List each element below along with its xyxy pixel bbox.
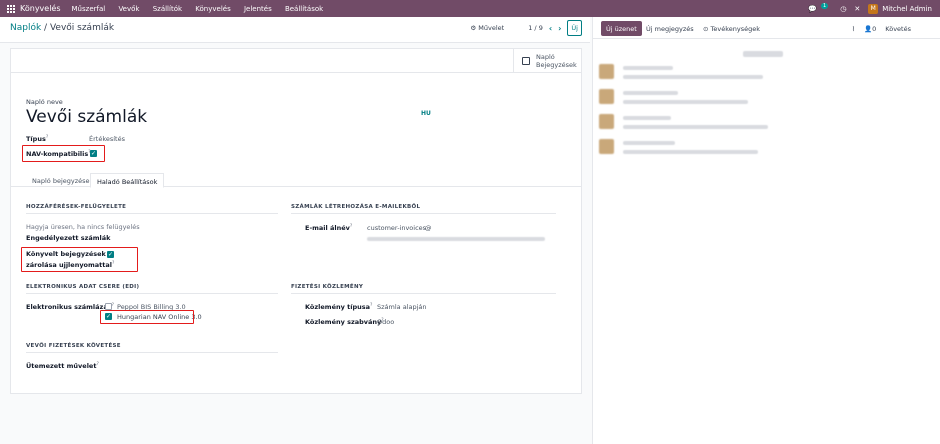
journal-name-field[interactable]: Vevői számlák [26,107,147,127]
menu-item-dashboard[interactable]: Műszerfal [72,5,106,13]
highlight-box-lock [21,247,138,272]
menu-item-accounting[interactable]: Könyvelés [195,5,230,13]
message-date-blurred [743,51,783,57]
action-menu-button[interactable]: ⚙ Művelet [470,24,504,32]
tab-advanced-settings[interactable]: Haladó Beállítások [90,173,165,188]
message-author-blurred [623,66,673,70]
pager-value[interactable]: 1 / 9 [528,24,543,32]
book-icon [522,57,530,65]
app-brand[interactable]: Könyvelés [20,4,61,13]
scheduled-action-label: Ütemezett művelet? [26,362,99,371]
control-panel: Naplók / Vevői számlák ⚙ Művelet 1 / 9 ‹… [0,17,590,43]
smart-button-line1: Napló [536,53,555,61]
message-body-blurred [623,125,768,129]
breadcrumb-current: Vevői számlák [49,23,115,33]
allowed-accounts-label: Engedélyezett számlák [26,234,111,242]
reference-standard-value[interactable]: Odoo [377,318,394,326]
menu-item-reporting[interactable]: Jelentés [244,5,272,13]
message-body-blurred [623,75,763,79]
journal-name-label: Napló neve [26,98,63,106]
notebook-tabs: Napló bejegyzések Haladó Beállítások [11,170,581,188]
avatar [599,139,614,154]
avatar: M [868,3,879,14]
avatar [599,64,614,79]
highlight-box-edi [100,310,194,324]
avatar [599,114,614,129]
country-code: HU [421,110,431,117]
breadcrumb-journals-link[interactable]: Naplók [10,23,41,33]
menu-item-configuration[interactable]: Beállítások [285,5,323,13]
follow-button[interactable]: Követés [885,25,911,33]
pager-next-icon[interactable]: › [558,24,561,33]
highlight-box-nav [22,145,105,162]
pager-previous-icon[interactable]: ‹ [549,24,552,33]
email-section-header: SZÁMLÁK LÉTREHOZÁSA E-MAILEKBŐL [291,204,556,214]
control-panel-right: ⚙ Művelet 1 / 9 ‹ › Új [470,20,582,36]
email-domain-blurred [367,237,545,241]
main-menu: Műszerfal Vevők Szállítók Könyvelés Jele… [72,5,335,13]
message-body-blurred [623,150,758,154]
menu-item-customers[interactable]: Vevők [118,5,139,13]
access-control-header: HOZZÁFÉRÉSEK-FELÜGYELETE [26,204,278,214]
apps-menu-icon[interactable] [7,4,15,13]
systray: 💬 1 ◷ ✕ M Mitchel Admin [808,0,932,17]
message-author-blurred [623,116,671,120]
email-at-sign: @ [425,224,432,232]
debug-tools-icon[interactable]: ✕ [854,5,860,13]
payment-reference-header: FIZETÉSI KÖZLEMÉNY [291,284,556,294]
form-view: Naplók / Vevői számlák ⚙ Művelet 1 / 9 ‹… [0,17,590,444]
reference-type-value[interactable]: Számla alapján [377,303,427,311]
chat-icon[interactable]: 💬 [808,5,817,13]
top-navbar: Könyvelés Műszerfal Vevők Szállítók Köny… [0,0,940,17]
breadcrumb: Naplók / Vevői számlák [10,23,114,33]
tab-journal-entries[interactable]: Napló bejegyzések [26,173,99,188]
button-box: Napló Bejegyzések [11,49,581,73]
log-note-button[interactable]: Új megjegyzés [641,21,699,36]
message-author-blurred [623,91,678,95]
reference-standard-label: Közlemény szabvány? [305,318,384,327]
clock-icon[interactable]: ◷ [840,5,846,13]
chat-count-badge: 1 [821,2,829,9]
user-menu[interactable]: M Mitchel Admin [868,3,932,14]
smart-button-line2: Bejegyzések [536,61,577,69]
email-alias-value[interactable]: customer-invoices [367,224,426,232]
chatter-panel: Új üzenet Új megjegyzés ⊙ Tevékenységek … [592,17,940,444]
user-name: Mitchel Admin [882,4,932,13]
new-button[interactable]: Új [567,20,582,36]
message-author-blurred [623,141,675,145]
activities-button[interactable]: ⊙ Tevékenységek [698,21,765,36]
avatar [599,89,614,104]
attachment-icon[interactable]: ⌇ [852,25,855,33]
form-sheet: Napló Bejegyzések Napló neve Vevői száml… [10,48,582,394]
peppol-checkbox[interactable] [105,303,112,310]
email-alias-label: E-mail álnév? [305,224,353,233]
reference-type-label: Közlemény típusa? [305,303,373,312]
send-message-button[interactable]: Új üzenet [601,21,642,36]
message-body-blurred [623,100,748,104]
type-value[interactable]: Értékesítés [89,135,125,143]
followers-button[interactable]: 👤0 [864,25,876,33]
chatter-right-actions: ⌇ 👤0 Követés [852,25,911,33]
chatter-topbar: Új üzenet Új megjegyzés ⊙ Tevékenységek … [593,17,940,39]
followup-section-header: VEVŐI FIZETÉSEK KÖVETÉSE [26,343,278,353]
breadcrumb-separator: / [41,23,50,33]
edi-section-header: ELEKTRONIKUS ADAT CSERE (EDI) [26,284,278,294]
type-label: Típus? [26,135,49,144]
journal-entries-smart-button[interactable]: Napló Bejegyzések [513,49,581,73]
access-hint: Hagyja üresen, ha nincs felügyelés [26,223,140,231]
menu-item-vendors[interactable]: Szállítók [153,5,182,13]
